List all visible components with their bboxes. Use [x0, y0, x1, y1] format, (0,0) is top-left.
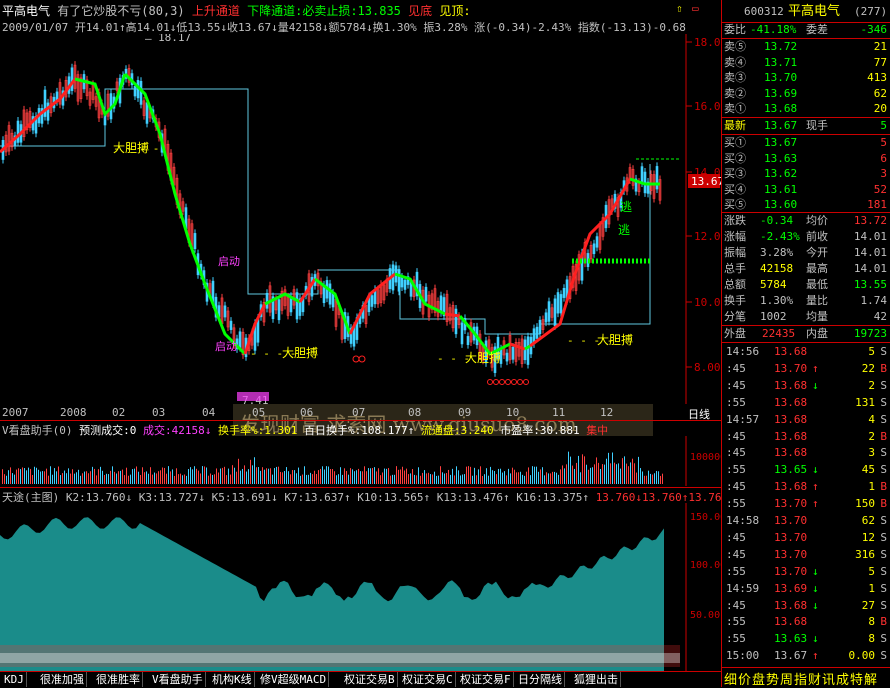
tick-row: :55 13.68 8 B: [726, 615, 887, 629]
stat-row: 总手 42158 最高 14.01: [724, 262, 887, 275]
indicator-tab[interactable]: 很准加强: [38, 672, 87, 687]
outer-volume: 22435: [762, 327, 796, 340]
buy-volume: 52: [873, 182, 887, 196]
tick-row: :45 13.70 ↑ 22 B: [726, 361, 887, 375]
indicator-tab[interactable]: 很准胜率: [94, 672, 143, 687]
weicha-value: -346: [860, 23, 888, 36]
weibi-row: 委比 -41.18% 委差 -346: [724, 23, 888, 36]
stock-code: 600312: [744, 5, 784, 18]
buy-volume: 3: [880, 167, 887, 180]
buy-volume: 5: [880, 136, 887, 149]
indicator-tab[interactable]: 狐狸出击: [572, 672, 621, 687]
sell-volume: 413: [867, 71, 887, 84]
buy-price: 13.60: [764, 198, 798, 211]
current-volume: 5: [880, 119, 887, 132]
indicator-tab[interactable]: 修V超级MACD: [258, 672, 330, 687]
stat-row: 总额 5784 最低 13.55: [724, 278, 887, 291]
buy-level-row[interactable]: 买④ 13.61 52: [722, 182, 890, 197]
tick-row: 14:56 13.68 5 S: [726, 345, 887, 358]
sell-price: 13.69: [764, 86, 798, 100]
stat-row: 振幅 3.28% 今开 14.01: [724, 246, 887, 259]
tick-row: :45 13.70 12 S: [726, 530, 887, 544]
latest-price: 13.67: [764, 119, 798, 132]
tick-row: :45 13.70 316 S: [726, 547, 887, 561]
indicator-tabbar: KDJ 很准加强 很准胜率 V看盘助手 机构K线 修V超级MACD 权证交易B 权证交易C 权证…: [0, 0, 721, 687]
tick-row: 15:00 13.67 ↑ 0.00 S: [726, 649, 887, 663]
tick-row: 14:57 13.68 4 S: [726, 412, 887, 426]
sell-level-row[interactable]: 卖⑤ 13.72 21: [722, 39, 890, 54]
stat-row: 换手 1.30% 量比 1.74: [724, 294, 887, 307]
stock-extra: (277): [854, 5, 888, 18]
buy-price: 13.67: [764, 136, 798, 149]
buy-price: 13.62: [764, 167, 798, 180]
buy-level-row[interactable]: 买③ 13.62 3: [722, 166, 890, 181]
sell-level-row[interactable]: 卖③ 13.70 413: [722, 70, 890, 85]
sell-volume: 62: [873, 86, 887, 100]
tick-row: :55 13.68 131 S: [726, 395, 887, 409]
quote-title-row: 600312 平高电气 (277): [722, 4, 890, 19]
tick-row: :45 13.68 ↓ 2 S: [726, 378, 887, 392]
indicator-tab[interactable]: 日分隔线: [516, 672, 565, 687]
stat-row: 涨跌 -0.34 均价 13.72: [724, 214, 887, 227]
tick-row: :45 13.68 2 B: [726, 429, 887, 443]
buy-volume: 181: [867, 198, 887, 211]
buy-level-row[interactable]: 买② 13.63 6: [722, 151, 890, 166]
buy-price: 13.63: [764, 151, 798, 165]
tick-row: 14:58 13.70 62 S: [726, 514, 887, 527]
buy-price: 13.61: [764, 182, 798, 196]
sell-volume: 20: [873, 102, 887, 115]
quote-bottom-tabs[interactable]: 细价盘势周指财讯成特解: [724, 669, 878, 688]
sell-level-row[interactable]: 卖② 13.69 62: [722, 86, 890, 101]
indicator-tab[interactable]: 机构K线: [210, 672, 255, 687]
indicator-tab[interactable]: 权证交易F: [458, 672, 514, 687]
chart-area[interactable]: 平高电气 有了它炒股不亏(80,3) 上升通道 下降通道:必卖止损:13.835…: [0, 0, 722, 687]
latest-row: 最新 13.67 现手 5: [724, 119, 887, 132]
tick-row: :55 13.70 ↓ 5 S: [726, 564, 887, 578]
tick-row: :45 13.68 ↓ 27 S: [726, 598, 887, 612]
buy-level-row[interactable]: 买⑤ 13.60 181: [722, 197, 890, 212]
tick-row: :55 13.70 ↑ 150 B: [726, 497, 887, 511]
stat-row: 分笔 1002 均量 42: [724, 310, 887, 323]
weibi-value: -41.18%: [750, 23, 797, 36]
sell-volume: 77: [873, 55, 887, 69]
sell-volume: 21: [873, 40, 887, 53]
indicator-tab[interactable]: 权证交易B: [342, 672, 398, 687]
tick-row: 14:59 13.69 ↓ 1 S: [726, 581, 887, 595]
stock-name: 平高电气: [788, 4, 841, 19]
sell-level-row[interactable]: 卖④ 13.71 77: [722, 55, 890, 70]
buy-volume: 6: [880, 151, 887, 165]
waipan-row: 外盘 22435 内盘 19723: [724, 327, 887, 340]
buy-level-row[interactable]: 买① 13.67 5: [722, 135, 890, 150]
stat-row: 涨幅 -2.43% 前收 14.01: [724, 230, 887, 243]
tick-row: :45 13.68 3 S: [726, 446, 887, 460]
indicator-tab[interactable]: KDJ: [2, 672, 27, 687]
sell-level-row[interactable]: 卖① 13.68 20: [722, 101, 890, 116]
inner-volume: 19723: [853, 327, 887, 340]
sell-price: 13.72: [764, 40, 798, 53]
quote-panel: 600312 平高电气 (277) 委比 -41.18% 委差 -346 卖⑤ …: [721, 0, 890, 688]
indicator-tab[interactable]: 权证交易C: [400, 672, 456, 687]
sell-price: 13.68: [764, 102, 798, 115]
tick-row: :55 13.65 ↓ 45 S: [726, 463, 887, 477]
sell-price: 13.70: [764, 71, 798, 84]
indicator-tab[interactable]: V看盘助手: [150, 672, 206, 687]
tick-row: :45 13.68 ↑ 1 B: [726, 480, 887, 494]
sell-price: 13.71: [764, 55, 798, 69]
tick-row: :55 13.63 ↓ 8 S: [726, 632, 887, 646]
